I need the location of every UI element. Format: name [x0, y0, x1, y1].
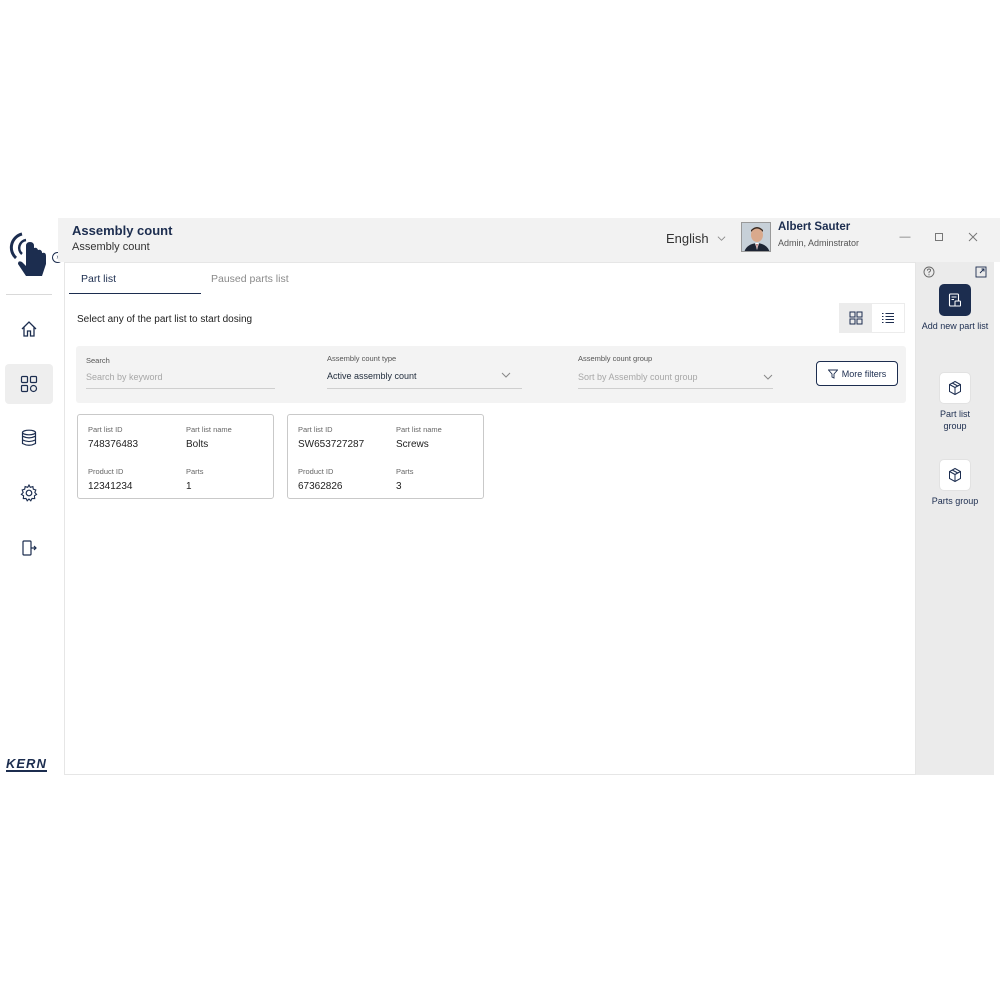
assembly-count-type-select[interactable]: Active assembly count	[327, 371, 417, 381]
type-underline	[327, 388, 522, 389]
more-filters-label: More filters	[841, 368, 887, 379]
nav-item-logout[interactable]	[5, 528, 53, 568]
nav-divider	[6, 294, 52, 295]
parts-value: 3	[396, 481, 402, 492]
page-subtitle: Assembly count	[72, 241, 150, 253]
close-button[interactable]	[966, 230, 980, 244]
nav-item-assembly-count[interactable]	[5, 364, 53, 404]
left-navigation: › KERN	[0, 218, 63, 780]
filter-bar: Search Search by keyword Assembly count …	[76, 346, 906, 403]
user-name: Albert Sauter	[778, 221, 851, 233]
assembly-count-group-label: Assembly count group	[578, 354, 653, 363]
kern-brand-logo: KERN	[6, 756, 47, 772]
avatar[interactable]	[741, 222, 771, 252]
list-view-button[interactable]	[872, 304, 904, 332]
box-icon	[949, 380, 961, 396]
part-list-id-value: 748376483	[88, 439, 139, 450]
assembly-count-type-label: Assembly count type	[327, 354, 397, 363]
app-window: › KERN Assembly count Assembly count Eng…	[0, 218, 1000, 780]
product-id-label: Product ID	[88, 467, 124, 476]
add-new-part-list-label: Add new part list	[921, 321, 989, 331]
part-list-group-label: Part list group	[939, 409, 970, 431]
tab-bar: Part list Paused parts list	[69, 263, 913, 295]
instruction-text: Select any of the part list to start dos…	[77, 314, 253, 325]
part-list-group-action[interactable]: Part list group	[916, 372, 994, 432]
chevron-down-icon[interactable]	[763, 372, 773, 382]
product-id-value: 12341234	[88, 481, 133, 492]
tab-paused-parts-list[interactable]: Paused parts list	[211, 273, 289, 285]
page-header: Assembly count Assembly count English Al…	[58, 218, 1000, 262]
gear-icon	[20, 483, 38, 502]
parts-group-label: Parts group	[931, 496, 979, 506]
parts-label: Parts	[396, 467, 414, 476]
part-list-card[interactable]: Part list ID 748376483 Part list name Bo…	[77, 414, 274, 499]
box-icon	[949, 467, 961, 483]
actions-panel: Add new part list Part list group Parts …	[916, 262, 994, 775]
part-list-name-value: Screws	[396, 439, 429, 450]
product-id-value: 67362826	[298, 481, 343, 492]
page-title: Assembly count	[72, 223, 173, 238]
grid-view-icon	[849, 311, 863, 325]
search-input[interactable]: Search by keyword	[86, 372, 163, 382]
database-icon	[21, 429, 37, 446]
nav-item-database[interactable]	[5, 418, 53, 458]
home-icon	[21, 321, 37, 337]
nav-item-settings[interactable]	[5, 473, 53, 513]
parts-value: 1	[186, 481, 192, 492]
part-list-name-value: Bolts	[186, 439, 209, 450]
search-underline	[86, 388, 275, 389]
part-list-name-label: Part list name	[396, 425, 442, 434]
filter-icon	[827, 369, 838, 379]
parts-group-button[interactable]	[939, 459, 971, 491]
main-content: Part list Paused parts list Select any o…	[64, 262, 916, 775]
minimize-button[interactable]: —	[898, 230, 912, 244]
parts-group-action[interactable]: Parts group	[916, 459, 994, 509]
part-list-group-button[interactable]	[939, 372, 971, 404]
chevron-down-icon	[717, 236, 726, 241]
add-new-part-list-action[interactable]: Add new part list	[916, 284, 994, 344]
more-filters-button[interactable]: More filters	[816, 361, 898, 386]
logout-icon	[22, 540, 37, 556]
expand-panel-icon[interactable]	[975, 266, 987, 278]
part-list-card[interactable]: Part list ID SW653727287 Part list name …	[287, 414, 484, 499]
part-list-name-label: Part list name	[186, 425, 232, 434]
add-list-icon	[948, 293, 961, 307]
active-tab-indicator	[69, 293, 201, 294]
view-toggle	[839, 303, 905, 333]
grid-icon	[20, 375, 38, 393]
parts-label: Parts	[186, 467, 204, 476]
language-selector[interactable]: English	[666, 231, 726, 246]
user-role: Admin, Adminstrator	[778, 238, 860, 248]
add-new-part-list-button[interactable]	[939, 284, 971, 316]
product-id-label: Product ID	[298, 467, 334, 476]
part-list-id-label: Part list ID	[298, 425, 333, 434]
app-logo-icon	[8, 228, 50, 282]
list-view-icon	[882, 313, 894, 323]
chevron-down-icon[interactable]	[501, 370, 511, 380]
part-list-id-value: SW653727287	[298, 439, 365, 450]
group-underline	[578, 388, 773, 389]
close-icon	[968, 232, 978, 242]
maximize-button[interactable]	[932, 230, 946, 244]
search-label: Search	[86, 356, 110, 365]
tab-part-list[interactable]: Part list	[81, 273, 116, 285]
language-label: English	[666, 231, 709, 246]
part-list-id-label: Part list ID	[88, 425, 123, 434]
maximize-icon	[935, 233, 943, 241]
grid-view-button[interactable]	[840, 304, 872, 332]
nav-item-home[interactable]	[5, 309, 53, 349]
help-icon[interactable]	[923, 266, 935, 278]
assembly-count-group-select[interactable]: Sort by Assembly count group	[578, 372, 698, 382]
